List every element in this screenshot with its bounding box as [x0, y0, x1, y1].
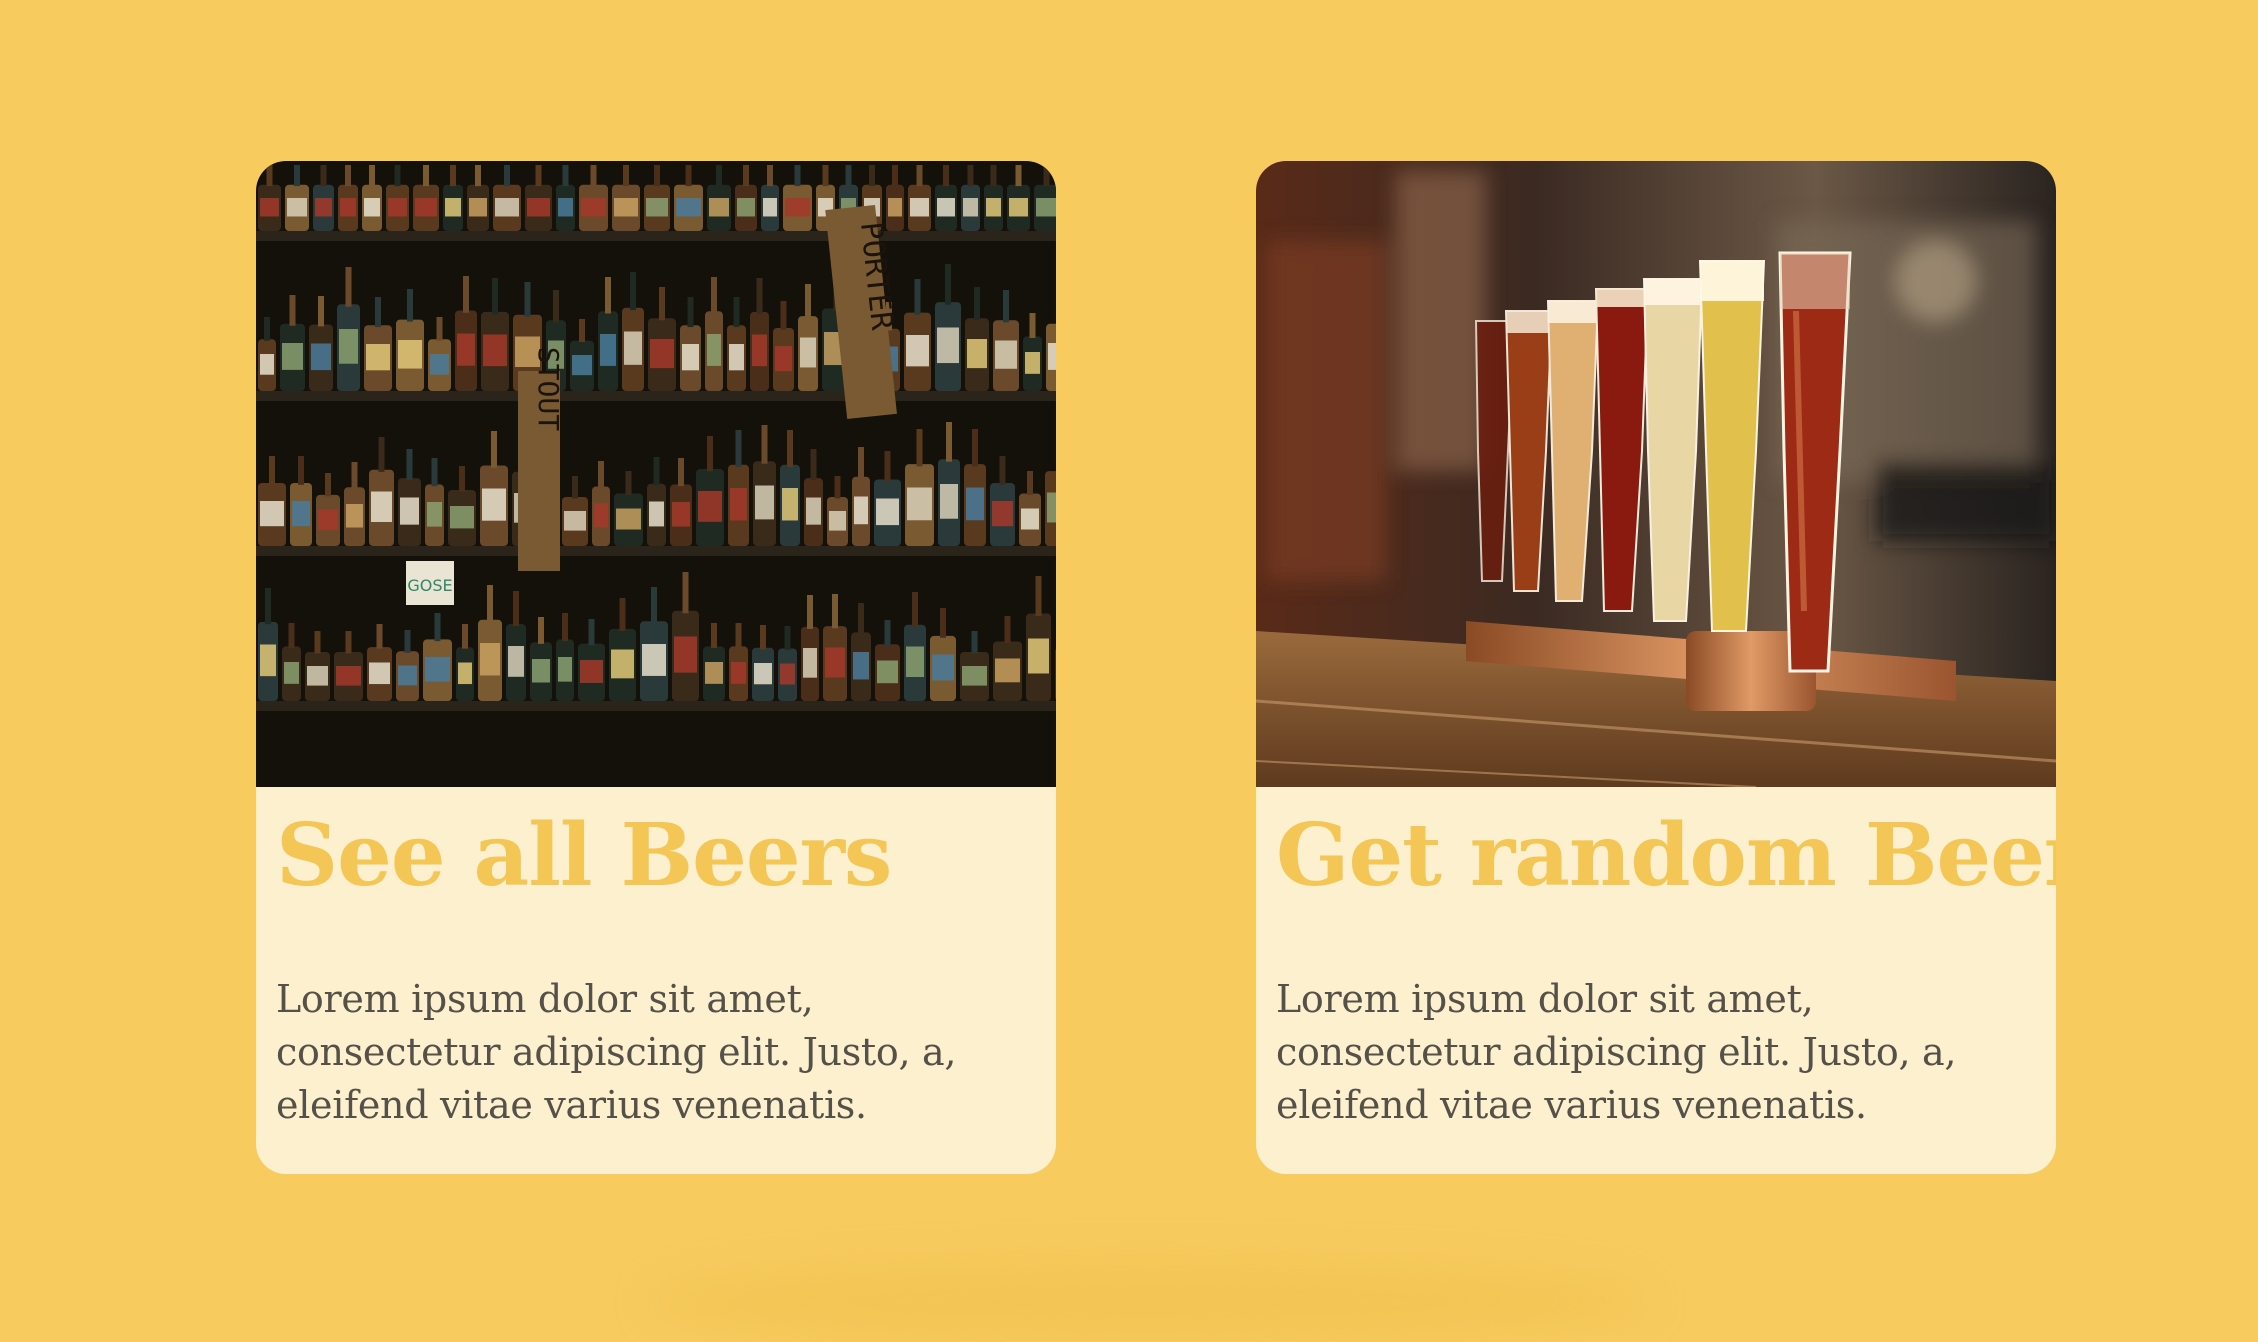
- see-all-beers-card[interactable]: STOUT PORTER GOSE See all Beers Lorem ip…: [256, 161, 1056, 1174]
- card-description: Lorem ipsum dolor sit amet, consectetur …: [276, 977, 957, 1127]
- card-title[interactable]: See all Beers: [276, 813, 892, 899]
- card-description: Lorem ipsum dolor sit amet, consectetur …: [1276, 977, 1957, 1127]
- card-title[interactable]: Get random Beer: [1276, 813, 2056, 899]
- shelf-sign-stout: STOUT: [518, 347, 565, 571]
- shelf-sign-gose: GOSE: [406, 561, 454, 605]
- beer-bottle-shelves-photo: STOUT PORTER GOSE: [256, 161, 1056, 787]
- beer-tasting-flight-photo: [1256, 161, 2056, 787]
- svg-text:STOUT: STOUT: [532, 347, 565, 431]
- bottom-shadow: [650, 1262, 1650, 1342]
- svg-text:GOSE: GOSE: [407, 576, 452, 595]
- get-random-beer-card[interactable]: Get random Beer Lorem ipsum dolor sit am…: [1256, 161, 2056, 1174]
- card-list: STOUT PORTER GOSE See all Beers Lorem ip…: [256, 161, 2056, 1175]
